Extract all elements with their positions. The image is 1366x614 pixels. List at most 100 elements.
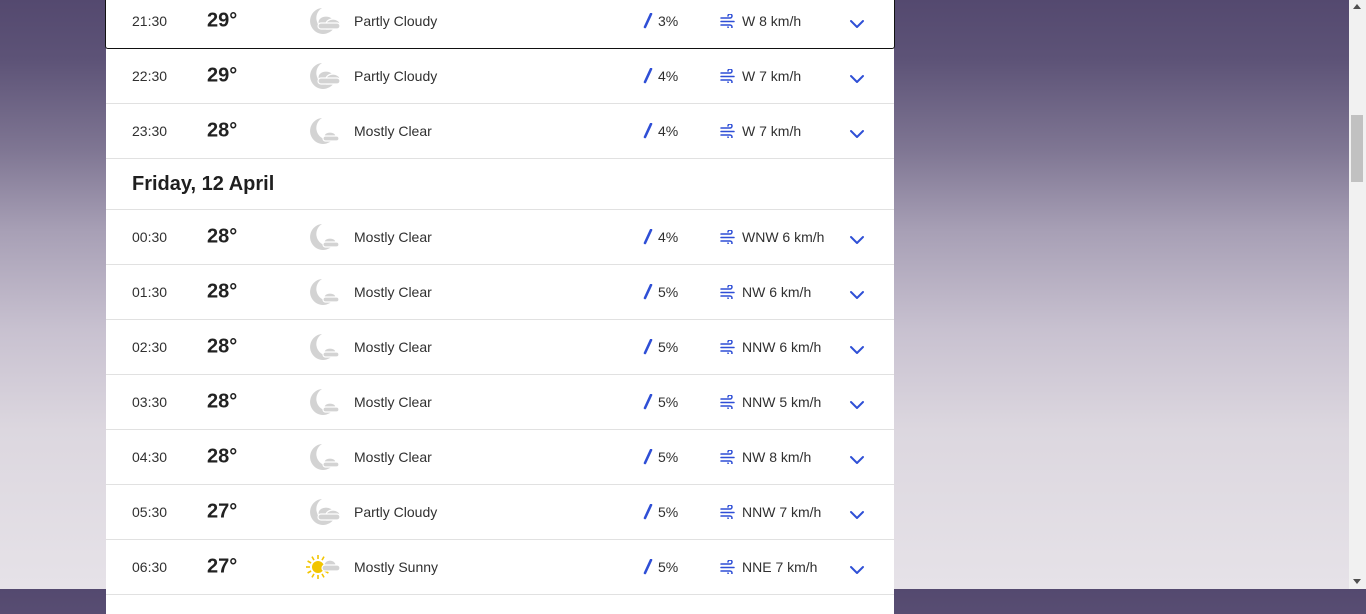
forecast-condition: Mostly Sunny [354,559,439,575]
forecast-time: 23:30 [132,123,168,139]
chevron-down-icon[interactable] [849,126,865,138]
wind-icon [720,504,736,521]
mostly-clear-night-icon [306,332,342,362]
day-header-title: Friday, 12 April [132,173,275,195]
wind-icon [720,339,736,356]
forecast-row[interactable]: 06:30 27° Mostly Sunny 5% NNE 7 km/h [106,540,894,595]
forecast-temperature: 29° [207,64,238,87]
forecast-time: 03:30 [132,394,168,410]
chevron-down-icon[interactable] [849,16,865,28]
rain-chance: 4% [658,123,679,139]
wind-icon [720,68,736,85]
forecast-temperature: 29° [207,9,238,32]
forecast-time: 21:30 [132,13,168,29]
forecast-row[interactable]: 04:30 28° Mostly Clear 5% NW 8 km/h [106,430,894,485]
raindrop-icon [642,228,654,245]
hourly-list-friday: 00:30 28° Mostly Clear 4% WNW 6 km/h 01:30 28°… [106,210,894,595]
forecast-row[interactable]: 21:30 29° Partly Cloudy 3% W 8 km/h [105,0,895,49]
raindrop-icon [642,338,654,355]
forecast-row[interactable]: 02:30 28° Mostly Clear 5% NNW 6 km/h [106,320,894,375]
mostly-clear-night-icon [306,277,342,307]
partly-cloudy-night-icon [306,61,342,91]
forecast-condition: Mostly Clear [354,449,432,465]
wind-value: NNW 7 km/h [742,504,822,520]
scroll-down-arrow-icon[interactable] [1353,579,1361,584]
forecast-time: 22:30 [132,68,168,84]
wind-icon [720,559,736,576]
wind-value: W 7 km/h [742,123,802,139]
forecast-time: 05:30 [132,504,168,520]
raindrop-icon [642,67,654,84]
forecast-time: 04:30 [132,449,168,465]
raindrop-icon [642,12,654,29]
wind-icon [720,13,736,30]
forecast-condition: Partly Cloudy [354,13,438,29]
forecast-temperature: 28° [207,225,238,248]
forecast-temperature: 28° [207,445,238,468]
chevron-down-icon[interactable] [849,71,865,83]
rain-chance: 4% [658,229,679,245]
chevron-down-icon[interactable] [849,507,865,519]
rain-chance: 5% [658,339,679,355]
forecast-row[interactable]: 05:30 27° Partly Cloudy 5% NNW 7 km/h [106,485,894,540]
rain-chance: 5% [658,284,679,300]
wind-icon [720,284,736,301]
chevron-down-icon[interactable] [849,452,865,464]
rain-chance: 4% [658,68,679,84]
forecast-row[interactable]: 23:30 28° Mostly Clear 4% W 7 km/h [106,104,894,159]
forecast-time: 01:30 [132,284,168,300]
hourly-forecast-panel: 21:30 29° Partly Cloudy 3% W 8 km/h 22:30 29° P… [105,0,895,614]
raindrop-icon [642,503,654,520]
chevron-down-icon[interactable] [849,342,865,354]
mostly-clear-night-icon [306,442,342,472]
forecast-temperature: 28° [207,119,238,142]
wind-value: W 7 km/h [742,68,802,84]
mostly-clear-night-icon [306,387,342,417]
wind-value: NNW 6 km/h [742,339,822,355]
forecast-condition: Mostly Clear [354,229,432,245]
scroll-up-arrow-icon[interactable] [1353,4,1361,9]
raindrop-icon [642,558,654,575]
wind-icon [720,229,736,246]
partly-cloudy-night-icon [306,6,342,36]
forecast-temperature: 27° [207,555,238,578]
chevron-down-icon[interactable] [849,232,865,244]
rain-chance: 3% [658,13,679,29]
wind-icon [720,394,736,411]
partly-cloudy-night-icon [306,497,342,527]
forecast-row[interactable]: 01:30 28° Mostly Clear 5% NW 6 km/h [106,265,894,320]
scroll-thumb[interactable] [1351,115,1363,182]
forecast-condition: Mostly Clear [354,123,432,139]
wind-value: WNW 6 km/h [742,229,825,245]
chevron-down-icon[interactable] [849,397,865,409]
rain-chance: 5% [658,449,679,465]
day-header: Friday, 12 April [106,159,894,210]
wind-value: NNE 7 km/h [742,559,818,575]
raindrop-icon [642,122,654,139]
wind-value: NNW 5 km/h [742,394,822,410]
raindrop-icon [642,448,654,465]
wind-icon [720,123,736,140]
forecast-condition: Mostly Clear [354,394,432,410]
forecast-time: 00:30 [132,229,168,245]
forecast-condition: Partly Cloudy [354,68,438,84]
forecast-condition: Mostly Clear [354,284,432,300]
forecast-row[interactable]: 22:30 29° Partly Cloudy 4% W 7 km/h [106,49,894,104]
wind-value: NW 6 km/h [742,284,812,300]
chevron-down-icon[interactable] [849,287,865,299]
forecast-row[interactable]: 03:30 28° Mostly Clear 5% NNW 5 km/h [106,375,894,430]
forecast-row[interactable]: 00:30 28° Mostly Clear 4% WNW 6 km/h [106,210,894,265]
forecast-temperature: 28° [207,335,238,358]
chevron-down-icon[interactable] [849,562,865,574]
forecast-temperature: 27° [207,500,238,523]
wind-icon [720,449,736,466]
raindrop-icon [642,283,654,300]
forecast-time: 02:30 [132,339,168,355]
page-scrollbar[interactable] [1349,0,1366,589]
rain-chance: 5% [658,394,679,410]
hourly-list-thursday: 21:30 29° Partly Cloudy 3% W 8 km/h 22:30 29° P… [105,0,895,159]
forecast-time: 06:30 [132,559,168,575]
mostly-clear-night-icon [306,222,342,252]
wind-value: W 8 km/h [742,13,802,29]
mostly-clear-night-icon [306,116,342,146]
